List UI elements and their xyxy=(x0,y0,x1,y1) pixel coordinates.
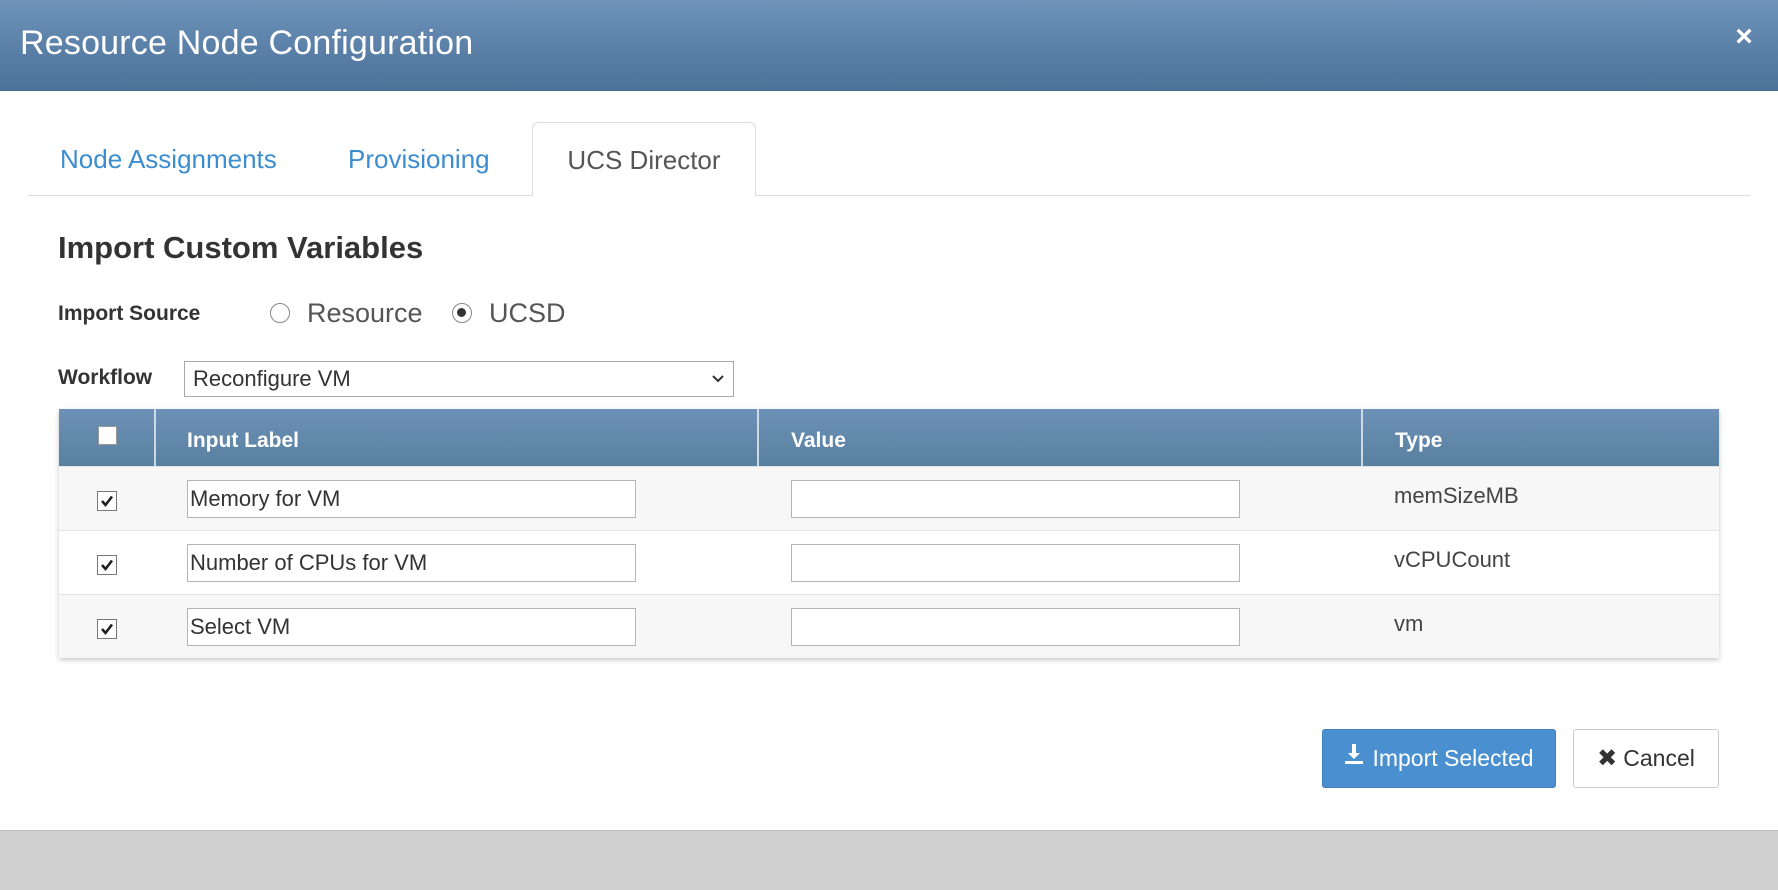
cancel-button[interactable]: ✖ Cancel xyxy=(1573,729,1719,788)
cancel-label: Cancel xyxy=(1623,745,1695,771)
import-source-label: Import Source xyxy=(58,302,201,325)
table-row: Number of CPUs for VM vCPUCount xyxy=(59,530,1719,594)
tab-node-assignments[interactable]: Node Assignments xyxy=(60,122,277,196)
value-field[interactable] xyxy=(791,480,1240,518)
select-all-checkbox[interactable] xyxy=(98,426,117,445)
close-icon[interactable]: × xyxy=(1730,20,1758,54)
type-cell: vCPUCount xyxy=(1394,547,1511,572)
radio-resource-label[interactable]: Resource xyxy=(307,298,423,329)
row-checkbox[interactable] xyxy=(97,619,117,639)
import-selected-label: Import Selected xyxy=(1372,745,1534,771)
workflow-select[interactable]: Reconfigure VM xyxy=(184,361,734,397)
download-icon xyxy=(1344,729,1364,786)
value-field[interactable] xyxy=(791,608,1240,646)
dialog-title: Resource Node Configuration xyxy=(20,24,474,62)
column-divider[interactable] xyxy=(154,409,156,466)
type-cell: memSizeMB xyxy=(1394,483,1519,508)
column-header-value[interactable]: Value xyxy=(791,409,846,466)
workflow-label: Workflow xyxy=(58,366,153,389)
column-divider[interactable] xyxy=(757,409,759,466)
resource-node-configuration-dialog: Resource Node Configuration × Node Assig… xyxy=(0,0,1778,890)
chevron-down-icon xyxy=(711,362,725,407)
column-divider[interactable] xyxy=(1361,409,1363,466)
type-cell: vm xyxy=(1394,611,1424,636)
tab-bar: Node Assignments Provisioning UCS Direct… xyxy=(28,122,1750,197)
checkmark-icon xyxy=(101,623,114,636)
radio-resource[interactable] xyxy=(270,303,290,323)
input-label-field[interactable]: Number of CPUs for VM xyxy=(187,544,636,582)
radio-ucsd-label[interactable]: UCSD xyxy=(489,298,566,329)
row-checkbox[interactable] xyxy=(97,491,117,511)
dialog-footer-bar xyxy=(0,830,1778,890)
close-x-icon: ✖ xyxy=(1597,745,1618,772)
variables-table: Input Label Value Type Memory for VM mem… xyxy=(59,409,1719,658)
radio-ucsd[interactable] xyxy=(452,303,472,323)
value-field[interactable] xyxy=(791,544,1240,582)
column-header-type[interactable]: Type xyxy=(1395,409,1442,466)
checkmark-icon xyxy=(101,559,114,572)
workflow-select-value: Reconfigure VM xyxy=(193,366,351,391)
section-title: Import Custom Variables xyxy=(58,230,424,265)
checkmark-icon xyxy=(101,495,114,508)
table-header: Input Label Value Type xyxy=(59,409,1719,466)
tab-ucs-director[interactable]: UCS Director xyxy=(532,122,756,197)
table-row: Memory for VM memSizeMB xyxy=(59,466,1719,530)
column-header-input-label[interactable]: Input Label xyxy=(187,409,299,466)
tab-provisioning[interactable]: Provisioning xyxy=(348,122,490,196)
input-label-field[interactable]: Memory for VM xyxy=(187,480,636,518)
input-label-field[interactable]: Select VM xyxy=(187,608,636,646)
row-checkbox[interactable] xyxy=(97,555,117,575)
dialog-title-bar: Resource Node Configuration × xyxy=(0,0,1778,91)
radio-selected-dot xyxy=(457,308,466,317)
table-row: Select VM vm xyxy=(59,594,1719,658)
import-selected-button[interactable]: Import Selected xyxy=(1322,729,1556,788)
